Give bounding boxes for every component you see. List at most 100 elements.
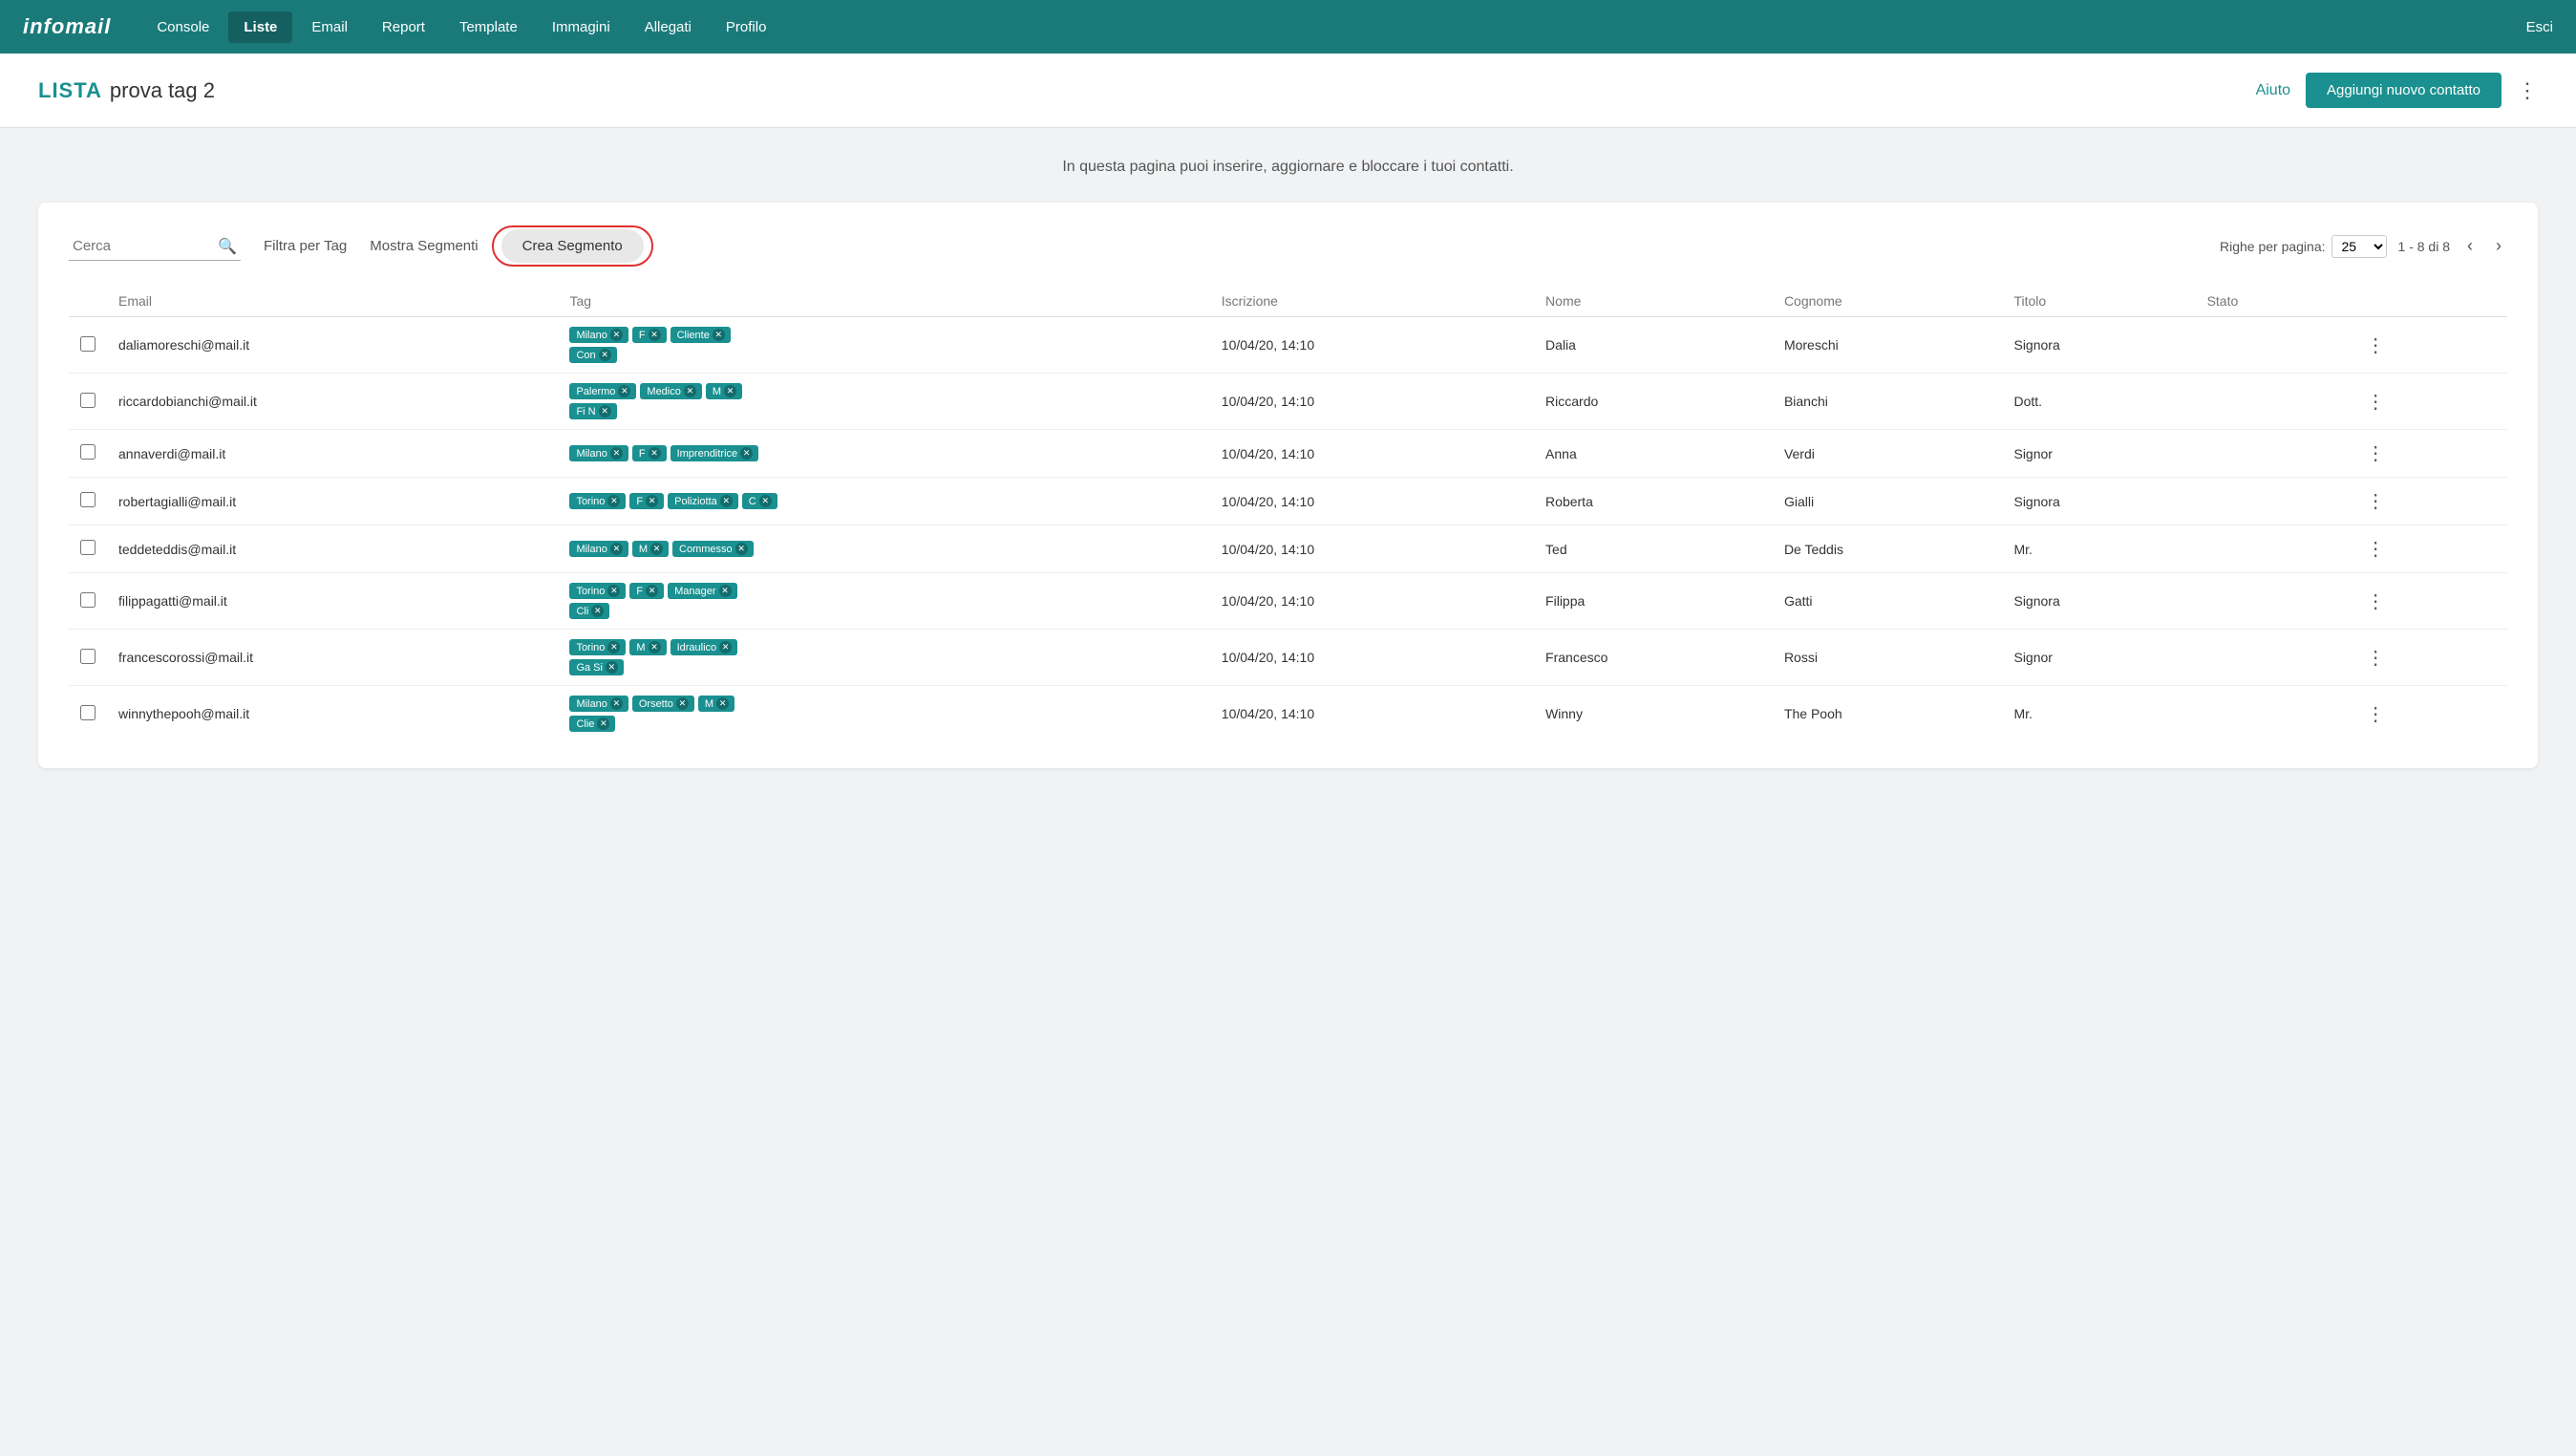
crea-segmento-button[interactable]: Crea Segmento xyxy=(501,229,644,263)
tag-remove[interactable]: ✕ xyxy=(646,585,658,597)
row-cognome: The Pooh xyxy=(1773,686,2003,742)
tag-remove[interactable]: ✕ xyxy=(599,349,611,361)
content-card: 🔍 Filtra per Tag Mostra Segmenti Crea Se… xyxy=(38,203,2538,768)
row-email: riccardobianchi@mail.it xyxy=(107,374,558,430)
tag-remove[interactable]: ✕ xyxy=(650,543,663,555)
rows-select[interactable]: 25 50 100 xyxy=(2331,235,2387,258)
tag-remove[interactable]: ✕ xyxy=(610,447,623,460)
tag-remove[interactable]: ✕ xyxy=(607,585,620,597)
exit-button[interactable]: Esci xyxy=(2526,19,2553,35)
aiuto-button[interactable]: Aiuto xyxy=(2256,82,2290,99)
tag-remove[interactable]: ✕ xyxy=(649,447,661,460)
tag-remove[interactable]: ✕ xyxy=(740,447,753,460)
row-checkbox[interactable] xyxy=(80,393,96,408)
tag-remove[interactable]: ✕ xyxy=(606,661,618,674)
row-more-button[interactable]: ⋮ xyxy=(2358,487,2393,515)
tag-remove[interactable]: ✕ xyxy=(719,641,732,653)
tag-remove[interactable]: ✕ xyxy=(610,543,623,555)
row-more-button[interactable]: ⋮ xyxy=(2358,535,2393,563)
row-cognome: Moreschi xyxy=(1773,317,2003,374)
nav-item-report[interactable]: Report xyxy=(367,11,440,43)
row-checkbox[interactable] xyxy=(80,592,96,608)
filtra-tag-link[interactable]: Filtra per Tag xyxy=(264,238,347,254)
tag-chip: Idraulico✕ xyxy=(671,639,738,655)
search-input[interactable] xyxy=(69,232,241,261)
prev-page-button[interactable]: ‹ xyxy=(2461,234,2479,258)
row-nome: Francesco xyxy=(1534,630,1773,686)
tag-remove[interactable]: ✕ xyxy=(618,385,630,397)
rows-label: Righe per pagina: xyxy=(2220,239,2326,254)
row-checkbox[interactable] xyxy=(80,492,96,507)
row-more-button[interactable]: ⋮ xyxy=(2358,332,2393,359)
tag-remove[interactable]: ✕ xyxy=(716,697,729,710)
row-cognome: Rossi xyxy=(1773,630,2003,686)
tag-remove[interactable]: ✕ xyxy=(719,585,732,597)
aggiungi-button[interactable]: Aggiungi nuovo contatto xyxy=(2306,73,2501,108)
col-cognome: Cognome xyxy=(1773,286,2003,317)
tag-remove[interactable]: ✕ xyxy=(649,641,661,653)
nav-item-template[interactable]: Template xyxy=(444,11,533,43)
row-more-button[interactable]: ⋮ xyxy=(2358,700,2393,728)
row-tags: Milano✕M✕Commesso✕ xyxy=(558,525,1209,573)
row-tags: Torino✕F✕Poliziotta✕C✕ xyxy=(558,478,1209,525)
tag-remove[interactable]: ✕ xyxy=(759,495,772,507)
nav-item-liste[interactable]: Liste xyxy=(228,11,292,43)
row-more-button[interactable]: ⋮ xyxy=(2358,388,2393,416)
tag-remove[interactable]: ✕ xyxy=(676,697,689,710)
tag-remove[interactable]: ✕ xyxy=(684,385,696,397)
row-titolo: Mr. xyxy=(2002,686,2195,742)
tag-remove[interactable]: ✕ xyxy=(599,405,611,418)
contacts-table: Email Tag Iscrizione Nome Cognome Titolo… xyxy=(69,286,2507,741)
row-email: filippagatti@mail.it xyxy=(107,573,558,630)
tag-remove[interactable]: ✕ xyxy=(649,329,661,341)
tag-chip: Milano✕ xyxy=(569,541,628,557)
row-checkbox[interactable] xyxy=(80,705,96,720)
tag-remove[interactable]: ✕ xyxy=(610,329,623,341)
tag-remove[interactable]: ✕ xyxy=(713,329,725,341)
row-tags: Milano✕F✕Cliente✕Con✕ xyxy=(558,317,1209,374)
row-more-button[interactable]: ⋮ xyxy=(2358,588,2393,615)
row-more-button[interactable]: ⋮ xyxy=(2358,644,2393,672)
row-email: daliamoreschi@mail.it xyxy=(107,317,558,374)
tag-remove[interactable]: ✕ xyxy=(607,495,620,507)
row-checkbox[interactable] xyxy=(80,540,96,555)
tag-remove[interactable]: ✕ xyxy=(607,641,620,653)
row-checkbox-cell xyxy=(69,686,107,742)
tag-chip: Clie✕ xyxy=(569,716,615,732)
col-stato: Stato xyxy=(2196,286,2348,317)
tag-remove[interactable]: ✕ xyxy=(646,495,658,507)
row-stato xyxy=(2196,374,2348,430)
tag-remove[interactable]: ✕ xyxy=(720,495,733,507)
row-checkbox[interactable] xyxy=(80,649,96,664)
row-more-button[interactable]: ⋮ xyxy=(2358,439,2393,467)
mostra-segmenti-link[interactable]: Mostra Segmenti xyxy=(370,238,478,254)
nav-item-console[interactable]: Console xyxy=(141,11,224,43)
row-iscrizione: 10/04/20, 14:10 xyxy=(1210,374,1534,430)
main-content: In questa pagina puoi inserire, aggiorna… xyxy=(0,128,2576,799)
nav-item-allegati[interactable]: Allegati xyxy=(629,11,707,43)
next-page-button[interactable]: › xyxy=(2490,234,2507,258)
row-actions-cell: ⋮ xyxy=(2347,630,2507,686)
row-checkbox-cell xyxy=(69,374,107,430)
tag-remove[interactable]: ✕ xyxy=(724,385,736,397)
row-checkbox[interactable] xyxy=(80,336,96,352)
nav-item-profilo[interactable]: Profilo xyxy=(711,11,782,43)
row-cognome: Gialli xyxy=(1773,478,2003,525)
row-titolo: Mr. xyxy=(2002,525,2195,573)
row-stato xyxy=(2196,686,2348,742)
col-checkbox xyxy=(69,286,107,317)
tag-remove[interactable]: ✕ xyxy=(610,697,623,710)
tag-chip: Torino✕ xyxy=(569,493,626,509)
tag-remove[interactable]: ✕ xyxy=(597,717,609,730)
tag-remove[interactable]: ✕ xyxy=(735,543,748,555)
nav-item-email[interactable]: Email xyxy=(296,11,363,43)
row-checkbox[interactable] xyxy=(80,444,96,460)
table-row: annaverdi@mail.itMilano✕F✕Imprenditrice✕… xyxy=(69,430,2507,478)
tag-chip: Cli✕ xyxy=(569,603,609,619)
nav-item-immagini[interactable]: Immagini xyxy=(537,11,626,43)
tag-remove[interactable]: ✕ xyxy=(591,605,604,617)
header-more-button[interactable]: ⋮ xyxy=(2517,78,2538,103)
tag-chip: Commesso✕ xyxy=(672,541,754,557)
row-email: francescorossi@mail.it xyxy=(107,630,558,686)
col-email: Email xyxy=(107,286,558,317)
